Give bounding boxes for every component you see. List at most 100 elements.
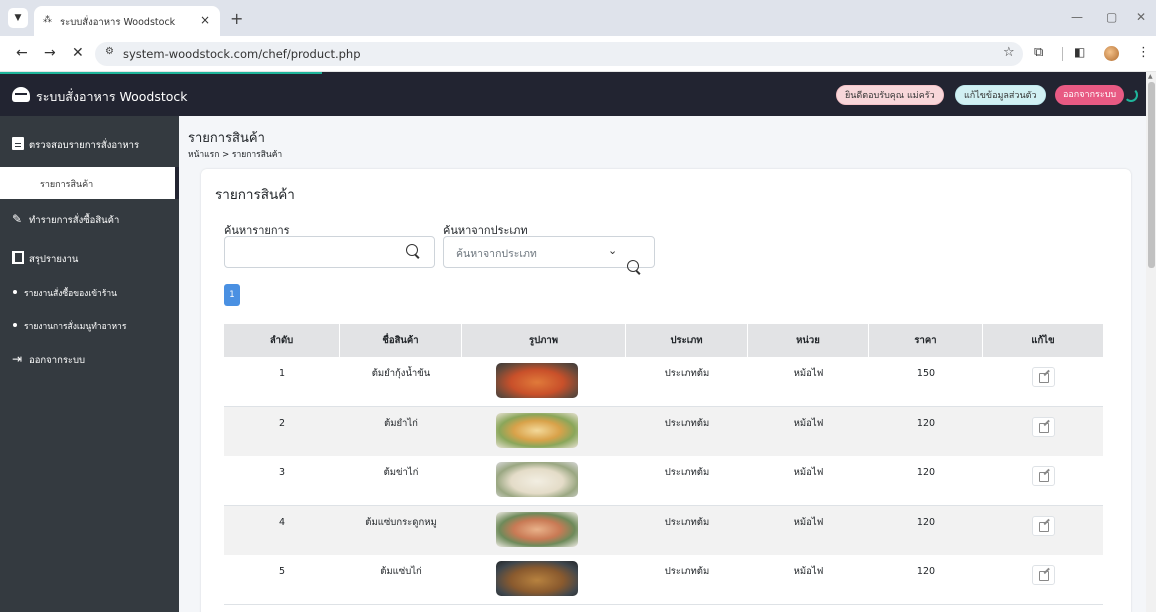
edit-icon[interactable] xyxy=(1032,565,1055,585)
sidebar-item-logout[interactable]: ⇥ ออกจากระบบ xyxy=(0,352,179,372)
column-header: ประเภท xyxy=(626,324,748,357)
product-price: 120 xyxy=(916,418,936,429)
browser-menu-icon[interactable]: ⋮ xyxy=(1137,45,1150,60)
edit-icon[interactable] xyxy=(1032,417,1055,437)
product-type: ประเภทต้ม xyxy=(664,418,710,429)
product-name: ต้มแซ่บกระดูกหมู xyxy=(365,517,437,528)
report-icon xyxy=(12,251,24,264)
edit-icon[interactable] xyxy=(1032,516,1055,536)
sidebar-item-products[interactable]: รายการสินค้า xyxy=(0,167,179,199)
site-info-icon[interactable]: ⚙ xyxy=(105,46,114,57)
bullet-icon xyxy=(13,290,17,294)
product-unit: หม้อไฟ xyxy=(793,517,824,528)
edit-icon: ✎ xyxy=(12,212,23,226)
product-type: ประเภทต้ม xyxy=(664,467,710,478)
sidebar-item-label: สรุปรายงาน xyxy=(29,254,79,265)
minimize-icon[interactable]: — xyxy=(1071,10,1083,24)
window-close-icon[interactable]: ✕ xyxy=(1136,10,1146,24)
column-header: ราคา xyxy=(869,324,983,357)
document-icon xyxy=(12,137,24,150)
product-name: ต้มข่าไก่ xyxy=(383,467,419,478)
welcome-badge: ยินดีตอบรับคุณ แม่ครัว xyxy=(836,85,944,105)
product-name: ต้มยำไก่ xyxy=(384,418,418,429)
page-title: รายการสินค้า xyxy=(188,131,265,146)
product-image xyxy=(496,561,578,596)
column-header: แก้ไข xyxy=(1031,335,1055,346)
bookmark-star-icon[interactable]: ☆ xyxy=(1003,45,1015,60)
bullet-icon xyxy=(13,323,17,327)
tab-list-button[interactable]: ▼ xyxy=(8,8,28,28)
product-type: ประเภทต้ม xyxy=(664,368,710,379)
column-header: ลำดับ xyxy=(224,324,340,357)
edit-icon[interactable] xyxy=(1032,466,1055,486)
scrollbar-thumb[interactable] xyxy=(1148,82,1155,268)
table-row: 1 ต้มยำกุ้งน้ำข้น ประเภทต้ม หม้อไฟ 150 xyxy=(224,357,1103,407)
extensions-icon[interactable]: ⧉ xyxy=(1034,45,1043,60)
new-tab-button[interactable]: + xyxy=(230,9,243,28)
product-name: ต้มแซ่บไก่ xyxy=(380,566,422,577)
browser-tab[interactable]: ⁂ ระบบสั่งอาหาร Woodstock × xyxy=(34,6,220,36)
address-bar: ← → ✕ ⚙ system-woodstock.com/chef/produc… xyxy=(0,36,1156,72)
url-text: system-woodstock.com/chef/product.php xyxy=(123,47,361,61)
tab-close-icon[interactable]: × xyxy=(200,13,210,27)
product-unit: หม้อไฟ xyxy=(793,566,824,577)
row-number: 1 xyxy=(278,368,286,379)
browser-tab-bar: ▼ ⁂ ระบบสั่งอาหาร Woodstock × + — ▢ ✕ xyxy=(0,0,1156,36)
sign-out-icon: ⇥ xyxy=(12,352,23,366)
search-icon[interactable] xyxy=(405,243,421,259)
product-image xyxy=(496,512,578,547)
table-row: 4 ต้มแซ่บกระดูกหมู ประเภทต้ม หม้อไฟ 120 xyxy=(224,506,1103,556)
edit-profile-button[interactable]: แก้ไขข้อมูลส่วนตัว xyxy=(955,85,1046,105)
url-field[interactable]: ⚙ system-woodstock.com/chef/product.php xyxy=(95,42,1023,66)
search-icon[interactable] xyxy=(626,259,642,275)
back-icon[interactable]: ← xyxy=(16,45,28,61)
sidebar: ตรวจสอบรายการสั่งอาหาร รายการสินค้า ✎ ทำ… xyxy=(0,116,179,612)
chevron-down-icon[interactable]: ⌄ xyxy=(608,244,617,257)
product-unit: หม้อไฟ xyxy=(793,368,824,379)
stop-icon[interactable]: ✕ xyxy=(72,45,84,61)
product-price: 120 xyxy=(916,467,936,478)
product-price: 120 xyxy=(916,517,936,528)
logout-button[interactable]: ออกจากระบบ xyxy=(1055,85,1125,105)
breadcrumb[interactable]: หน้าแรก > รายการสินค้า xyxy=(188,147,282,161)
card-title: รายการสินค้า xyxy=(215,187,295,203)
column-header: ชื่อสินค้า xyxy=(340,324,462,357)
column-header: หน่วย xyxy=(748,324,869,357)
tab-title: ระบบสั่งอาหาร Woodstock xyxy=(60,17,176,28)
product-image xyxy=(496,462,578,497)
product-unit: หม้อไฟ xyxy=(793,418,824,429)
sidebar-item-orders[interactable]: ตรวจสอบรายการสั่งอาหาร xyxy=(0,137,179,157)
table-row: 5 ต้มแซ่บไก่ ประเภทต้ม หม้อไฟ 120 xyxy=(224,555,1103,605)
sidebar-item-label: รายงานการสั่งเมนูทำอาหาร xyxy=(24,322,127,332)
scroll-up-icon[interactable]: ▲ xyxy=(1148,73,1153,80)
table-row: 2 ต้มยำไก่ ประเภทต้ม หม้อไฟ 120 xyxy=(224,407,1103,457)
sidebar-item-purchase[interactable]: ✎ ทำรายการสั่งซื้อสินค้า xyxy=(0,212,179,232)
product-image xyxy=(496,363,578,398)
sidebar-item-label: ตรวจสอบรายการสั่งอาหาร xyxy=(29,140,140,151)
row-number: 3 xyxy=(278,467,286,478)
sidebar-item-label: ทำรายการสั่งซื้อสินค้า xyxy=(29,215,120,226)
forward-icon[interactable]: → xyxy=(44,45,56,61)
table-header: ลำดับ ชื่อสินค้า รูปภาพ ประเภท หน่วย ราค… xyxy=(224,324,1103,357)
product-price: 150 xyxy=(916,368,936,379)
edit-icon[interactable] xyxy=(1032,367,1055,387)
sidebar-item-label: รายการสินค้า xyxy=(40,180,94,190)
brand-title[interactable]: ระบบสั่งอาหาร Woodstock xyxy=(36,87,188,107)
profile-avatar[interactable] xyxy=(1104,46,1119,61)
product-type: ประเภทต้ม xyxy=(664,566,710,577)
restore-icon[interactable]: ▢ xyxy=(1106,10,1117,24)
side-panel-icon[interactable]: ◧ xyxy=(1074,45,1085,59)
category-placeholder: ค้นหาจากประเภท xyxy=(456,248,537,260)
food-tray-icon xyxy=(12,87,30,102)
sidebar-item-report[interactable]: สรุปรายงาน xyxy=(0,251,179,271)
toolbar-divider xyxy=(1062,47,1063,61)
pagination-page-1[interactable]: 1 xyxy=(224,284,240,306)
row-number: 5 xyxy=(278,566,286,577)
table-row: 3 ต้มข่าไก่ ประเภทต้ม หม้อไฟ 120 xyxy=(224,456,1103,506)
search-input[interactable] xyxy=(224,236,435,268)
row-number: 4 xyxy=(278,517,286,528)
product-unit: หม้อไฟ xyxy=(793,467,824,478)
column-header: รูปภาพ xyxy=(462,324,626,357)
product-price: 120 xyxy=(916,566,936,577)
favicon-icon: ⁂ xyxy=(43,15,52,25)
